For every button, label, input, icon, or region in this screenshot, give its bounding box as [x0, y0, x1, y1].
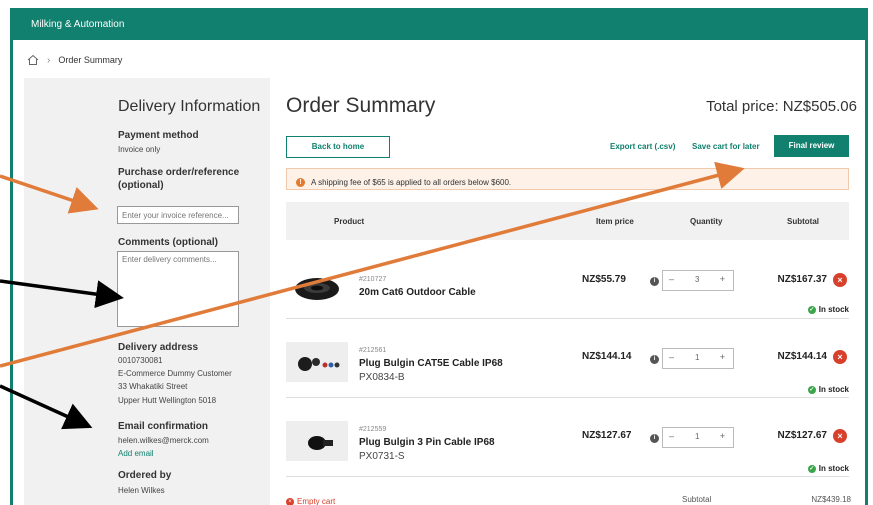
stock-text: In stock — [818, 385, 849, 394]
minus-icon[interactable]: – — [669, 352, 674, 362]
check-icon: ✓ — [807, 464, 816, 473]
item-price: NZ$55.79 — [582, 274, 626, 285]
quantity-stepper[interactable]: – 1 + — [662, 427, 734, 448]
ordered-by-label: Ordered by — [118, 470, 172, 481]
table-row: #212561 Plug Bulgin CAT5E Cable IP68 PX0… — [286, 320, 849, 398]
quantity-stepper[interactable]: – 3 + — [662, 270, 734, 291]
info-icon[interactable]: i — [650, 277, 659, 286]
product-code: PX0731-S — [359, 451, 405, 462]
payment-method-label: Payment method — [118, 130, 199, 141]
item-price: NZ$127.67 — [582, 430, 632, 441]
product-code: PX0834-B — [359, 372, 405, 383]
product-name[interactable]: Plug Bulgin 3 Pin Cable IP68 — [359, 437, 495, 448]
empty-cart-link[interactable]: × Empty cart — [286, 497, 335, 505]
quantity-value[interactable]: 3 — [695, 275, 699, 284]
address-line: 0010730081 — [118, 356, 163, 365]
product-sku: #210727 — [359, 276, 387, 283]
top-bar: Milking & Automation — [13, 8, 865, 40]
column-quantity: Quantity — [690, 217, 723, 226]
stock-status: ✓ In stock — [807, 385, 849, 394]
product-name[interactable]: Plug Bulgin CAT5E Cable IP68 — [359, 358, 503, 369]
remove-icon: × — [286, 497, 294, 505]
sidebar-title: Delivery Information — [118, 98, 261, 115]
footer-subtotal-label: Subtotal — [682, 495, 712, 504]
minus-icon[interactable]: – — [669, 431, 674, 441]
back-to-home-button[interactable]: Back to home — [286, 136, 390, 158]
save-cart-link[interactable]: Save cart for later — [692, 142, 760, 151]
breadcrumb-current: Order Summary — [58, 55, 123, 65]
stock-status: ✓ In stock — [807, 305, 849, 314]
stock-text: In stock — [818, 305, 849, 314]
po-optional-label: (optional) — [118, 180, 164, 191]
info-icon[interactable]: i — [650, 434, 659, 443]
payment-method-value: Invoice only — [118, 145, 161, 154]
chevron-right-icon: › — [47, 54, 51, 66]
comments-label: Comments (optional) — [118, 237, 218, 248]
remove-icon[interactable]: × — [833, 350, 847, 364]
delivery-address-label: Delivery address — [118, 342, 199, 353]
plus-icon[interactable]: + — [720, 274, 725, 284]
check-icon: ✓ — [807, 385, 816, 394]
add-email-link[interactable]: Add email — [118, 449, 154, 458]
quantity-value[interactable]: 1 — [695, 432, 699, 441]
row-subtotal: NZ$144.14 — [777, 351, 827, 362]
row-subtotal: NZ$127.67 — [777, 430, 827, 441]
app-title: Milking & Automation — [31, 19, 125, 30]
email-value: helen.wilkes@merck.com — [118, 436, 209, 445]
page-title: Order Summary — [286, 94, 436, 117]
row-subtotal: NZ$167.37 — [777, 274, 827, 285]
po-label: Purchase order/reference — [118, 167, 240, 178]
home-icon[interactable] — [27, 54, 39, 66]
footer-subtotal-value: NZ$439.18 — [811, 495, 851, 504]
total-price: Total price: NZ$505.06 — [706, 98, 857, 115]
address-line: 33 Whakatiki Street — [118, 382, 188, 391]
minus-icon[interactable]: – — [669, 274, 674, 284]
delivery-sidebar: Delivery Information Payment method Invo… — [24, 78, 270, 505]
email-confirmation-label: Email confirmation — [118, 421, 209, 432]
product-image — [286, 421, 348, 461]
po-reference-input[interactable] — [117, 206, 239, 224]
shipping-notice: ! A shipping fee of $65 is applied to al… — [286, 168, 849, 190]
table-row: #212559 Plug Bulgin 3 Pin Cable IP68 PX0… — [286, 399, 849, 477]
item-price: NZ$144.14 — [582, 351, 632, 362]
comments-input[interactable] — [117, 251, 239, 327]
table-header: Product Item price Quantity Subtotal — [286, 202, 849, 240]
product-sku: #212559 — [359, 426, 387, 433]
address-line: Upper Hutt Wellington 5018 — [118, 396, 217, 405]
quantity-value[interactable]: 1 — [695, 353, 699, 362]
export-cart-link[interactable]: Export cart (.csv) — [610, 142, 675, 151]
product-name[interactable]: 20m Cat6 Outdoor Cable — [359, 287, 476, 298]
final-review-button[interactable]: Final review — [774, 135, 849, 157]
product-sku: #212561 — [359, 347, 387, 354]
warning-icon: ! — [296, 177, 305, 187]
stock-status: ✓ In stock — [807, 464, 849, 473]
remove-icon[interactable]: × — [833, 429, 847, 443]
check-icon: ✓ — [807, 305, 816, 314]
product-image — [295, 278, 339, 300]
plus-icon[interactable]: + — [720, 431, 725, 441]
info-icon[interactable]: i — [650, 355, 659, 364]
stock-text: In stock — [818, 464, 849, 473]
plus-icon[interactable]: + — [720, 352, 725, 362]
product-image — [286, 342, 348, 382]
column-subtotal: Subtotal — [787, 217, 819, 226]
notice-text: A shipping fee of $65 is applied to all … — [311, 177, 512, 187]
address-line: E-Commerce Dummy Customer — [118, 369, 232, 378]
remove-icon[interactable]: × — [833, 273, 847, 287]
breadcrumb: › Order Summary — [27, 54, 122, 66]
empty-cart-text: Empty cart — [297, 497, 336, 505]
table-row: #210727 20m Cat6 Outdoor Cable NZ$55.79 … — [286, 241, 849, 319]
ordered-by-value: Helen Wilkes — [118, 486, 165, 495]
app-window: Milking & Automation › Order Summary Del… — [10, 8, 868, 505]
column-item-price: Item price — [596, 217, 634, 226]
quantity-stepper[interactable]: – 1 + — [662, 348, 734, 369]
column-product: Product — [334, 217, 365, 226]
